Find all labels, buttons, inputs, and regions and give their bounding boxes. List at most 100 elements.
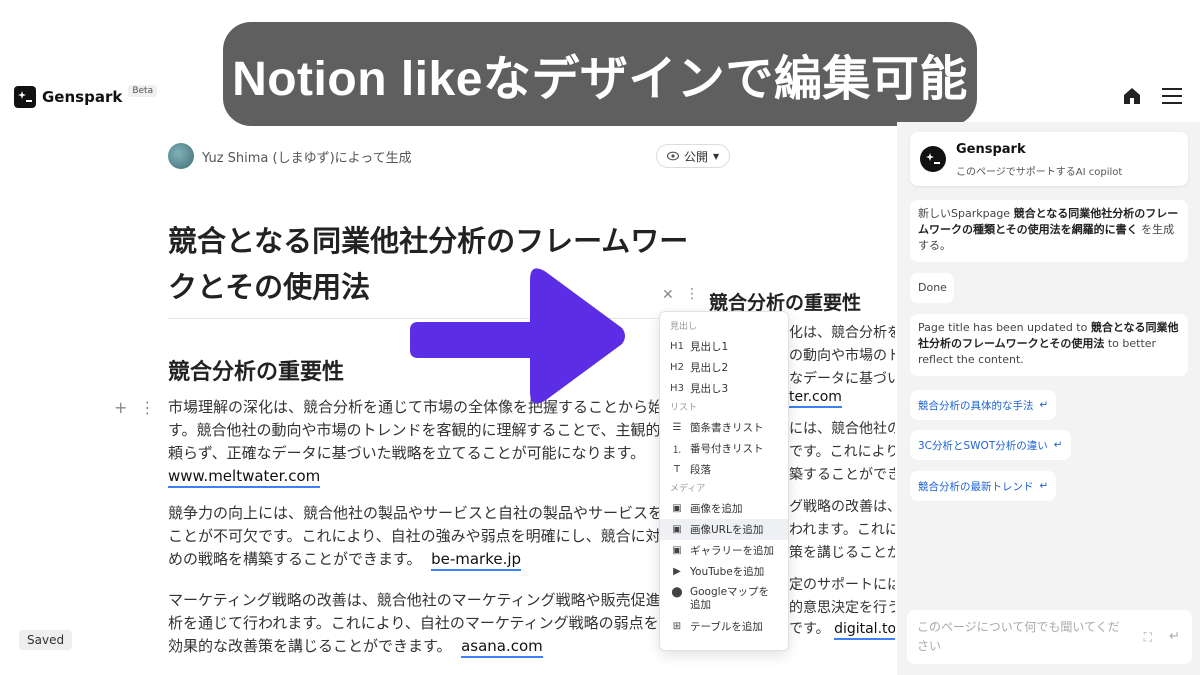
paragraph-line: す。競合他社の動向や市場のトレンドを客観的に理解することで、主観的 (168, 421, 661, 439)
paragraph-line: 頼らず、正確なデータに基づいた戦略を立てることが可能になります。 (168, 444, 646, 462)
send-icon[interactable]: ↵ (1169, 627, 1180, 646)
paragraph-line: グ戦略の改善は、 (789, 499, 895, 515)
paragraph-line: の動向や市場のト (789, 348, 895, 364)
menu-item-add-gallery[interactable]: ▣ ギャラリーを追加 (660, 540, 788, 561)
more-options-icon[interactable]: ⋮ (685, 286, 699, 302)
menu-item-label: 画像URLを追加 (690, 524, 764, 536)
genspark-logo-icon (920, 146, 946, 172)
brand-name: Genspark (42, 88, 123, 106)
source-link[interactable]: asana.com (461, 637, 543, 658)
suggestion-chip[interactable]: 競合分析の最新トレンド ↵ (910, 471, 1057, 501)
paragraph-line: 定のサポートには (789, 577, 895, 593)
menu-item-numbered-list[interactable]: ⒈ 番号付きリスト (660, 438, 788, 459)
h3-icon: H3 (670, 383, 684, 394)
suggestion-chip[interactable]: 3C分析とSWOT分析の違い ↵ (910, 430, 1071, 460)
image-icon: ▣ (672, 524, 682, 535)
menu-item-label: Googleマップを追加 (690, 586, 770, 611)
saved-status: Saved (19, 630, 73, 650)
menu-item-add-image[interactable]: ▣ 画像を追加 (660, 498, 788, 519)
block-type-menu: 見出し H1 見出し1 H2 見出し2 H3 見出し3 リスト ☰ 箇条書きリスト ⒈番… (659, 311, 789, 651)
chat-message: Done (910, 273, 954, 303)
enter-icon: ↵ (1053, 439, 1063, 451)
visibility-dropdown[interactable]: 公開 ▼ (656, 144, 731, 168)
menu-item-add-image-url[interactable]: ▣ 画像URLを追加 (660, 519, 788, 540)
menu-item-label: 段落 (690, 464, 711, 476)
menu-item-label: 番号付きリスト (690, 443, 764, 455)
chat-message: 新しいSparkpage 競合となる同業他社分析のフレームワークの種類とその使用… (910, 200, 1188, 262)
menu-item-label: 箇条書きリスト (690, 422, 764, 434)
expand-icon[interactable]: ⛶ (1144, 628, 1152, 647)
menu-item-paragraph[interactable]: T 段落 (660, 459, 788, 480)
menu-item-label: 見出し2 (690, 362, 729, 374)
paragraph-line: 効果的な改善策を講じることができます。 (168, 637, 452, 655)
genspark-logo[interactable]: Genspark Beta (14, 85, 158, 108)
chevron-down-icon: ▼ (713, 151, 720, 161)
source-link[interactable]: be-marke.jp (431, 550, 522, 571)
menu-item-add-map[interactable]: ⬤ Googleマップを追加 (660, 582, 788, 616)
suggestion-label: 競合分析の最新トレンド (918, 480, 1034, 493)
paragraph-line: ことが不可欠です。これにより、自社の強みや弱点を明確にし、競合に対 (168, 527, 661, 545)
menu-item-label: ギャラリーを追加 (690, 545, 774, 557)
source-link[interactable]: ter.com (789, 389, 842, 408)
block-tools: + ⋮ (114, 398, 155, 417)
paragraph-line: 競争力の向上には、競合他社の製品やサービスと自社の製品やサービスを比 (168, 504, 679, 522)
home-icon[interactable] (1122, 86, 1144, 108)
genspark-logo-icon (14, 86, 36, 108)
map-pin-icon: ⬤ (671, 587, 683, 598)
menu-item-bullet-list[interactable]: ☰ 箇条書きリスト (660, 417, 788, 438)
copilot-header: Genspark このページでサポートするAI copilot (910, 132, 1188, 186)
paragraph-block[interactable]: 競争力の向上には、競合他社の製品やサービスと自社の製品やサービスを比 ことが不可… (168, 502, 688, 571)
message-text: 新しいSparkpage (918, 207, 1014, 220)
suggestion-chip[interactable]: 競合分析の具体的な手法 ↵ (910, 390, 1057, 420)
table-icon: ⊞ (672, 621, 682, 632)
menu-item-add-table[interactable]: ⊞ テーブルを追加 (660, 616, 788, 637)
chat-input[interactable]: このページについて何でも聞いてください ⛶ ↵ (907, 610, 1192, 664)
chat-message: Page title has been updated to 競合となる同業他社… (910, 314, 1188, 376)
author-text: Yuz Shima (しまゆず)によって生成 (202, 150, 412, 166)
message-text: Page title has been updated to (918, 321, 1091, 334)
source-link[interactable]: digital.to (834, 621, 895, 640)
paragraph-line: マーケティング戦略の改善は、競合他社のマーケティング戦略や販売促進 (168, 591, 661, 609)
paragraph-block[interactable]: マーケティング戦略の改善は、競合他社のマーケティング戦略や販売促進 析を通じて行… (168, 589, 688, 658)
enter-icon: ↵ (1039, 480, 1049, 492)
avatar (168, 143, 194, 169)
suggestion-label: 競合分析の具体的な手法 (918, 399, 1034, 412)
beta-badge: Beta (128, 85, 158, 97)
menu-section-list: リスト (670, 403, 698, 413)
add-block-icon[interactable]: + (114, 398, 127, 417)
drag-handle-icon[interactable]: ⋮ (139, 398, 155, 417)
visibility-label: 公開 (684, 149, 709, 164)
menu-item-label: YouTubeを追加 (690, 566, 765, 578)
page-title-line: 競合となる同業他社分析のフレームワー (168, 224, 689, 258)
paragraph-line: われます。これに (789, 522, 895, 538)
menu-item-label: 見出し3 (690, 383, 729, 395)
hamburger-icon[interactable] (1162, 88, 1182, 106)
text-icon: T (673, 464, 681, 475)
paragraph-line: には、競合他社の (789, 421, 895, 437)
section-heading[interactable]: 競合分析の重要性 (168, 354, 344, 386)
source-link[interactable]: www.meltwater.com (168, 467, 321, 488)
numbered-list-icon: ⒈ (672, 445, 682, 456)
h1-icon: H1 (670, 341, 684, 352)
menu-item-heading-2[interactable]: H2 見出し2 (660, 357, 788, 378)
menu-section-media: メディア (670, 484, 706, 494)
suggestion-label: 3C分析とSWOT分析の違い (918, 439, 1048, 452)
image-icon: ▣ (672, 503, 682, 514)
copilot-title: Genspark (956, 142, 1026, 157)
paragraph-line: 析を通じて行われます。これにより、自社のマーケティング戦略の弱点を (168, 614, 659, 632)
menu-item-label: テーブルを追加 (690, 621, 763, 633)
menu-item-heading-1[interactable]: H1 見出し1 (660, 336, 788, 357)
h2-icon: H2 (670, 362, 684, 373)
menu-item-add-youtube[interactable]: ▶ YouTubeを追加 (660, 561, 788, 582)
youtube-icon: ▶ (673, 566, 681, 577)
menu-section-headings: 見出し (670, 322, 698, 332)
author-line: Yuz Shima (しまゆず)によって生成 (168, 143, 412, 169)
paragraph-line: です。これにより (789, 444, 895, 460)
paragraph-line: 的意思決定を行う (789, 600, 895, 616)
caption-banner: Notion likeなデザインで編集可能 (223, 22, 977, 126)
menu-item-heading-3[interactable]: H3 見出し3 (660, 378, 788, 399)
close-icon[interactable]: ✕ (662, 287, 674, 303)
paragraph-line: 化は、競合分析を (789, 325, 895, 341)
chat-input-placeholder: このページについて何でも聞いてください (917, 620, 1120, 653)
copilot-subtitle: このページでサポートするAI copilot (956, 167, 1123, 178)
